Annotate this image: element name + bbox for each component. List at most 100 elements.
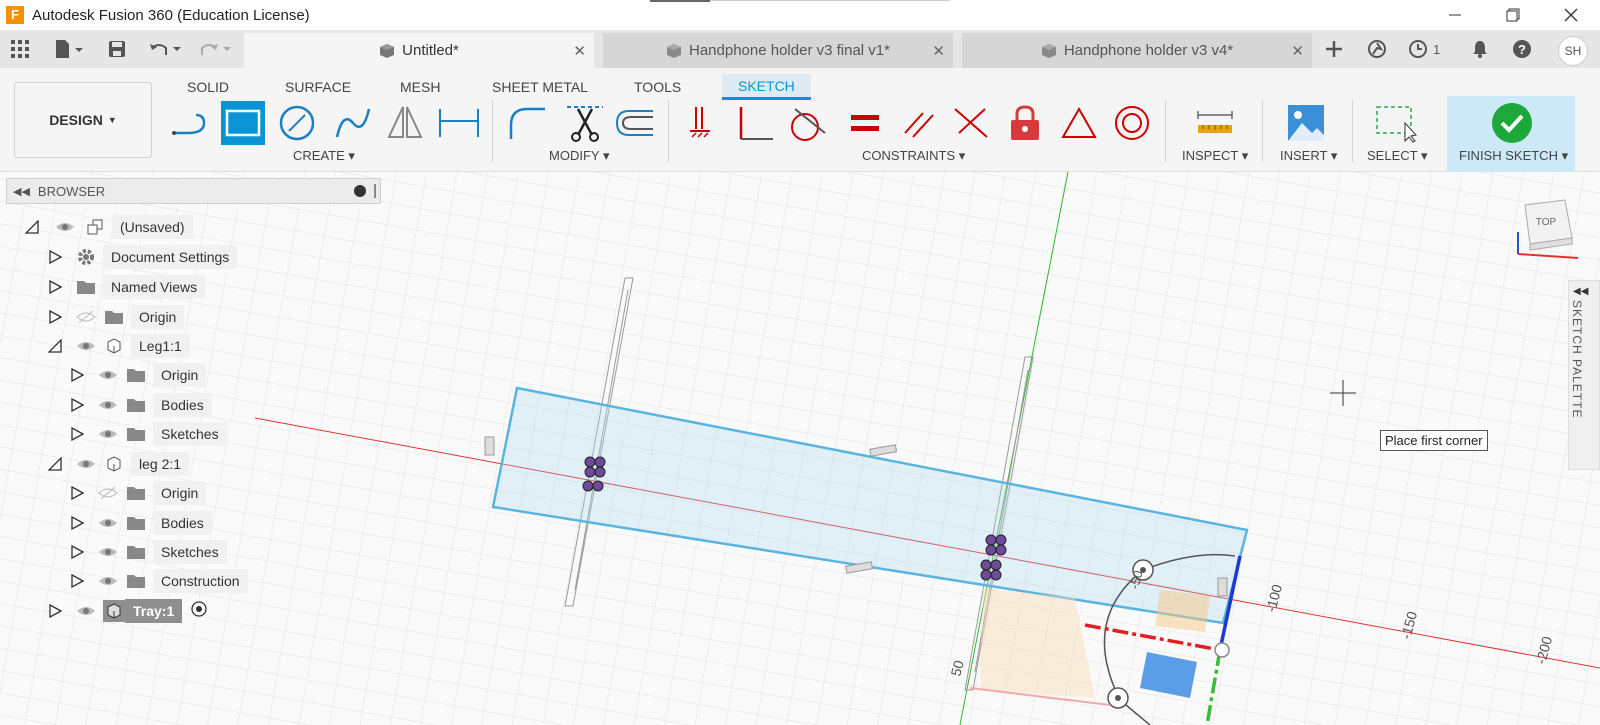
workspace-switcher[interactable]: DESIGN ▼ [14,82,152,158]
spline-tool[interactable] [331,101,375,145]
insert-menu[interactable]: INSERT ▾ [1280,148,1337,164]
equal-tool[interactable] [843,101,887,145]
measure-tool[interactable] [1193,101,1237,145]
collapsed-triangle-icon[interactable] [69,397,85,413]
select-menu[interactable]: SELECT ▾ [1367,148,1427,164]
tab-close-icon[interactable]: ✕ [573,42,586,60]
create-menu[interactable]: CREATE ▾ [293,148,355,164]
help-button[interactable]: ? [1512,38,1532,60]
eye-icon[interactable] [97,570,119,592]
collapse-panel-icon[interactable]: ◀◀ [13,185,30,198]
browser-item-tray[interactable]: Tray:1 [47,598,208,624]
perpendicular-tool[interactable] [733,101,777,145]
save-button[interactable] [105,38,129,60]
circle-tool[interactable] [275,101,319,145]
line-tool[interactable] [168,101,212,145]
data-panel-button[interactable] [8,38,32,60]
eye-icon[interactable] [97,512,119,534]
eye-hidden-icon[interactable] [97,482,119,504]
minimize-panel-icon[interactable] [354,185,366,197]
origin-point[interactable] [1214,642,1230,658]
activate-radio-icon[interactable] [190,600,208,623]
collapsed-triangle-icon[interactable] [47,603,63,619]
constraints-menu[interactable]: CONSTRAINTS ▾ [862,148,965,164]
eye-icon[interactable] [97,423,119,445]
parallel-tool[interactable] [897,101,941,145]
tab-sheet-metal[interactable]: SHEET METAL [492,74,588,100]
rectangle-tool[interactable] [221,101,265,145]
collapsed-triangle-icon[interactable] [47,279,63,295]
select-tool[interactable] [1375,101,1419,145]
concentric-tool[interactable] [1110,101,1154,145]
new-tab-button[interactable] [1324,38,1344,60]
collapsed-triangle-icon[interactable] [69,573,85,589]
collapsed-triangle-icon[interactable] [69,367,85,383]
collapsed-triangle-icon[interactable] [69,426,85,442]
tab-sketch[interactable]: SKETCH [722,74,811,100]
browser-item-leg1[interactable]: Leg1:1 [47,333,190,359]
expand-palette-icon[interactable]: ◀◀ [1573,286,1588,297]
collapsed-triangle-icon[interactable] [47,249,63,265]
collinear-tool[interactable] [949,101,993,145]
eye-icon[interactable] [97,394,119,416]
insert-image-tool[interactable] [1284,101,1328,145]
trim-tool[interactable] [563,101,607,145]
notifications-button[interactable] [1470,38,1490,60]
file-menu-button[interactable] [52,38,86,60]
tab-tools[interactable]: TOOLS [634,74,681,100]
browser-item-leg2[interactable]: leg 2:1 [47,451,190,477]
browser-item-leg2-sketches[interactable]: Sketches [69,539,227,565]
fix-constraint-tool[interactable] [680,101,724,145]
panel-resize-handle[interactable] [374,184,376,198]
browser-item-leg2-bodies[interactable]: Bodies [69,510,212,536]
dimension-tool[interactable] [437,101,481,145]
browser-item-leg2-construction[interactable]: Construction [69,568,248,594]
expanded-triangle-icon[interactable] [24,219,40,235]
tab-mesh[interactable]: MESH [400,74,440,100]
redo-button[interactable] [198,38,234,60]
close-window-button[interactable] [1542,0,1600,30]
tangent-tool[interactable] [785,101,829,145]
collapsed-triangle-icon[interactable] [69,485,85,501]
extensions-button[interactable] [1367,38,1387,60]
user-avatar[interactable]: SH [1558,36,1588,66]
browser-item-named-views[interactable]: Named Views [47,274,206,300]
tab-untitled[interactable]: Untitled* ✕ [244,33,594,68]
restore-button[interactable] [1484,0,1542,30]
eye-icon[interactable] [97,364,119,386]
tab-close-icon[interactable]: ✕ [932,42,945,60]
browser-item-leg1-sketches[interactable]: Sketches [69,421,227,447]
browser-item-document-settings[interactable]: Document Settings [47,244,238,270]
eye-icon[interactable] [75,600,97,622]
expanded-triangle-icon[interactable] [47,338,63,354]
modify-menu[interactable]: MODIFY ▾ [549,148,609,164]
tab-solid[interactable]: SOLID [187,74,229,100]
browser-item-origin[interactable]: Origin [47,304,185,330]
expanded-triangle-icon[interactable] [47,456,63,472]
eye-icon[interactable] [97,541,119,563]
offset-tool[interactable] [613,101,657,145]
fillet-tool[interactable] [505,101,549,145]
finish-sketch-menu[interactable]: FINISH SKETCH ▾ [1459,148,1568,164]
minimize-button[interactable] [1426,0,1484,30]
eye-hidden-icon[interactable] [75,306,97,328]
browser-item-leg1-origin[interactable]: Origin [69,362,207,388]
eye-icon[interactable] [54,216,76,238]
eye-icon[interactable] [75,335,97,357]
inspect-menu[interactable]: INSPECT ▾ [1182,148,1248,164]
eye-icon[interactable] [75,453,97,475]
collapsed-triangle-icon[interactable] [69,544,85,560]
browser-item-leg1-bodies[interactable]: Bodies [69,392,212,418]
lock-tool[interactable] [1003,101,1047,145]
mirror-tool[interactable] [383,101,427,145]
browser-item-root[interactable]: (Unsaved) [24,214,193,240]
browser-item-leg2-origin[interactable]: Origin [69,480,207,506]
tab-close-icon[interactable]: ✕ [1291,42,1304,60]
tab-handphone-holder-v3-final[interactable]: Handphone holder v3 final v1* ✕ [603,33,953,68]
tab-handphone-holder-v3-v4[interactable]: Handphone holder v3 v4* ✕ [962,33,1312,68]
job-status-button[interactable]: 1 [1408,38,1440,60]
collapsed-triangle-icon[interactable] [47,309,63,325]
finish-sketch-button[interactable] [1490,101,1534,145]
undo-button[interactable] [148,38,184,60]
symmetry-tool[interactable] [1057,101,1101,145]
